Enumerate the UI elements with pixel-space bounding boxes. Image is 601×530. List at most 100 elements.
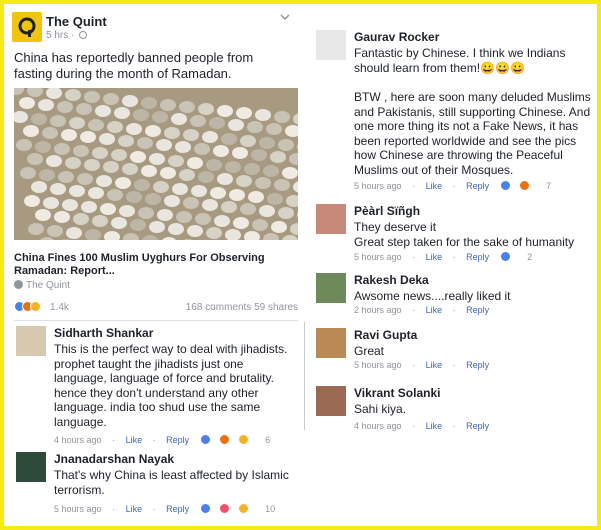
post-time[interactable]: 5 hrs bbox=[46, 30, 68, 41]
photo-figure bbox=[240, 135, 256, 147]
avatar[interactable] bbox=[316, 30, 346, 60]
post-timestamp[interactable]: 5 hrs · bbox=[46, 30, 88, 41]
photo-figure bbox=[171, 113, 187, 125]
comment-time[interactable]: 5 hours ago bbox=[354, 252, 402, 262]
photo-figure bbox=[43, 197, 59, 209]
like-link[interactable]: Like bbox=[426, 360, 443, 370]
photo-figure bbox=[138, 207, 154, 219]
photo-figure bbox=[31, 181, 47, 193]
comment-time[interactable]: 4 hours ago bbox=[354, 421, 402, 431]
comment-text: Awsome news....really liked it bbox=[354, 289, 511, 303]
photo-figure bbox=[57, 101, 73, 113]
photo-figure bbox=[149, 153, 165, 165]
post-header: The Quint 5 hrs · bbox=[8, 8, 300, 48]
like-icon bbox=[499, 180, 511, 191]
reply-link[interactable]: Reply bbox=[166, 435, 189, 445]
globe-icon bbox=[79, 31, 88, 39]
like-link[interactable]: Like bbox=[426, 181, 443, 191]
comment-time[interactable]: 5 hours ago bbox=[54, 504, 102, 514]
photo-figure bbox=[233, 217, 249, 229]
photo-figure bbox=[175, 141, 191, 153]
photo-figure bbox=[247, 121, 263, 133]
commenter-name[interactable]: Pèàrl Sïñgh bbox=[354, 204, 420, 218]
comment-reactions[interactable]: 6 bbox=[199, 434, 279, 445]
separator: · bbox=[112, 504, 116, 514]
photo-figure bbox=[38, 99, 54, 111]
photo-figure bbox=[130, 219, 146, 231]
quint-logo-icon[interactable] bbox=[12, 12, 42, 42]
separator: · bbox=[412, 305, 416, 315]
photo-figure bbox=[274, 179, 290, 191]
commenter-name[interactable]: Rakesh Deka bbox=[354, 273, 429, 287]
divider bbox=[14, 320, 298, 321]
comment-reactions[interactable]: 10 bbox=[199, 503, 284, 514]
photo-figure bbox=[141, 97, 157, 109]
separator: · bbox=[452, 181, 456, 191]
reply-link[interactable]: Reply bbox=[466, 360, 489, 370]
comments-shares-count[interactable]: 168 comments 59 shares bbox=[186, 302, 298, 313]
reply-link[interactable]: Reply bbox=[466, 421, 489, 431]
commenter-name[interactable]: Jnanadarshan Nayak bbox=[54, 452, 174, 466]
like-link[interactable]: Like bbox=[426, 252, 443, 262]
commenter-name[interactable]: Vikrant Solanki bbox=[354, 386, 440, 400]
comment: Pèàrl Sïñgh They deserve it Great step t… bbox=[316, 204, 596, 266]
like-link[interactable]: Like bbox=[426, 421, 443, 431]
photo-figure bbox=[251, 149, 267, 161]
photo-figure bbox=[160, 167, 176, 179]
avatar[interactable] bbox=[316, 204, 346, 234]
link-source-label: The Quint bbox=[26, 280, 70, 291]
link-source[interactable]: The Quint bbox=[14, 280, 70, 291]
commenter-name[interactable]: Sidharth Shankar bbox=[54, 326, 153, 340]
reply-link[interactable]: Reply bbox=[166, 504, 189, 514]
page-name[interactable]: The Quint bbox=[46, 14, 107, 29]
photo-figure bbox=[195, 213, 211, 225]
comment-meta: 5 hours ago · Like · Reply bbox=[354, 360, 497, 370]
comment-text-continued: BTW , here are soon many deluded Muslims… bbox=[354, 90, 591, 177]
like-link[interactable]: Like bbox=[426, 305, 443, 315]
comment-reactions[interactable]: 7 bbox=[499, 180, 560, 191]
reaction-count[interactable]: 1.4k bbox=[50, 302, 69, 313]
photo-figure bbox=[19, 97, 35, 109]
avatar[interactable] bbox=[16, 452, 46, 482]
comment-time[interactable]: 4 hours ago bbox=[54, 435, 102, 445]
photo-figure bbox=[160, 99, 176, 111]
photo-figure bbox=[62, 199, 78, 211]
avatar[interactable] bbox=[316, 273, 346, 303]
link-title[interactable]: China Fines 100 Muslim Uyghurs For Obser… bbox=[14, 252, 298, 278]
chevron-down-icon[interactable] bbox=[280, 12, 290, 22]
comment-time[interactable]: 2 hours ago bbox=[354, 305, 402, 315]
comment-meta: 4 hours ago · Like · Reply bbox=[354, 421, 497, 431]
photo-figure bbox=[28, 223, 44, 235]
reaction-icons[interactable] bbox=[14, 301, 41, 313]
photo-figure bbox=[122, 95, 138, 107]
avatar[interactable] bbox=[16, 326, 46, 356]
photo-figure bbox=[81, 201, 97, 213]
commenter-name[interactable]: Ravi Gupta bbox=[354, 328, 417, 342]
post-image[interactable] bbox=[14, 88, 298, 240]
photo-figure bbox=[217, 105, 233, 117]
photo-figure bbox=[141, 165, 157, 177]
avatar[interactable] bbox=[316, 328, 346, 358]
commenter-name[interactable]: Gaurav Rocker bbox=[354, 30, 439, 44]
photo-figure bbox=[107, 189, 123, 201]
photo-figure bbox=[214, 215, 230, 227]
like-link[interactable]: Like bbox=[126, 504, 143, 514]
comment-time[interactable]: 5 hours ago bbox=[354, 360, 402, 370]
reply-link[interactable]: Reply bbox=[466, 305, 489, 315]
photo-figure bbox=[115, 177, 131, 189]
photo-figure bbox=[111, 217, 127, 229]
reply-link[interactable]: Reply bbox=[466, 252, 489, 262]
comment-reactions[interactable]: 2 bbox=[499, 251, 541, 262]
comment-time[interactable]: 5 hours ago bbox=[354, 181, 402, 191]
comment: Ravi Gupta Great 5 hours ago · Like · Re… bbox=[316, 328, 596, 374]
avatar[interactable] bbox=[316, 386, 346, 416]
like-link[interactable]: Like bbox=[126, 435, 143, 445]
photo-figure bbox=[24, 195, 40, 207]
separator: · bbox=[412, 252, 416, 262]
reply-link[interactable]: Reply bbox=[466, 181, 489, 191]
photo-figure bbox=[157, 209, 173, 221]
photo-figure bbox=[168, 155, 184, 167]
photo-figure bbox=[156, 139, 172, 151]
photo-figure bbox=[65, 157, 81, 169]
photo-figure bbox=[194, 143, 210, 155]
